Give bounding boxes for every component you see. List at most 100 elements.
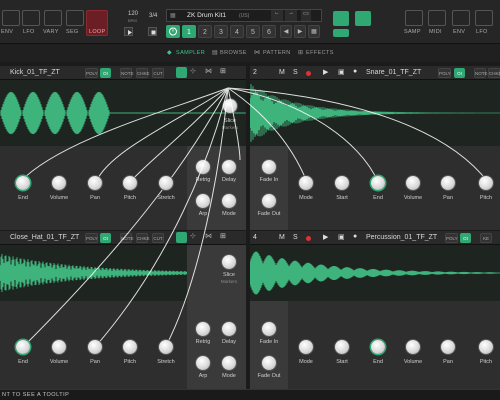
track-1-volume-knob[interactable] (52, 176, 66, 190)
track-4-pitch-knob[interactable] (479, 340, 493, 354)
track-2-poly[interactable]: POLY (438, 68, 451, 78)
pad-1[interactable]: 1 (182, 25, 196, 38)
track-3-pan-knob[interactable] (88, 340, 102, 354)
track-4-solo[interactable]: S (293, 234, 298, 241)
lfo-module-icon[interactable] (22, 10, 40, 26)
save-preset-icon[interactable]: ▭ (301, 10, 311, 21)
track-3-pattern-icon[interactable]: ⋈ (205, 232, 212, 240)
track-1-cut-pill[interactable]: CUT (152, 68, 164, 78)
pad-4[interactable]: 4 (230, 25, 244, 38)
track-3-poly[interactable]: POLY (85, 233, 98, 243)
pad-3[interactable]: 3 (214, 25, 228, 38)
samp-module-icon[interactable] (405, 10, 423, 26)
track-1-note-pill[interactable]: NOTE (120, 68, 134, 78)
tab-browse[interactable]: BROWSE (220, 50, 247, 56)
prev-preset-button[interactable]: ← (271, 10, 283, 21)
track-1-poly[interactable]: POLY (85, 68, 98, 78)
track-2-waveform[interactable] (250, 80, 500, 146)
track-2-pitch-knob[interactable] (479, 176, 493, 190)
track-2-play-icon[interactable]: ▶ (323, 68, 328, 76)
track-4-pill-oi[interactable]: OI (460, 233, 471, 243)
track-3-choke-pill[interactable]: CHKE (136, 233, 150, 243)
track-3-retrig-knob[interactable] (196, 322, 210, 336)
track-3-note-pill[interactable]: NOTE (120, 233, 134, 243)
track-4-play-icon[interactable]: ▶ (323, 233, 328, 241)
track-3-pill-oi[interactable]: OI (100, 233, 111, 243)
track-4-more-icon[interactable]: ● (353, 233, 357, 240)
track-2-mode-knob[interactable] (299, 176, 313, 190)
track-1-pitch-knob[interactable] (123, 176, 137, 190)
preset-selector[interactable]: ▦ ZK Drum Kit1 (US) ← → ▭ (166, 9, 322, 22)
layers-view-icon[interactable] (333, 29, 349, 37)
tab-effects[interactable]: EFFECTS (306, 50, 334, 56)
play-button[interactable] (124, 27, 133, 36)
track-2-more-icon[interactable]: ● (353, 68, 357, 75)
track-4-volume-knob[interactable] (406, 340, 420, 354)
vary-module-icon[interactable] (44, 10, 62, 26)
stop-button[interactable] (148, 27, 157, 36)
track-1-add-button[interactable] (176, 67, 187, 78)
track-4-poly[interactable]: POLY (445, 233, 458, 243)
pad-5[interactable]: 5 (246, 25, 260, 38)
track-3-add-button[interactable] (176, 232, 187, 243)
track-3-volume-knob[interactable] (52, 340, 66, 354)
track-1-target-icon[interactable]: ⊹ (190, 67, 196, 75)
track-2-choke-pill[interactable]: CHKE (488, 68, 500, 78)
track-1-name[interactable]: Kick_01_TF_ZT (10, 69, 60, 76)
track-1-retrig-knob[interactable] (196, 160, 210, 174)
midi-module-icon[interactable] (428, 10, 446, 26)
track-2-name[interactable]: Snare_01_TF_ZT (366, 69, 421, 76)
pad-prev-button[interactable]: ◀ (280, 25, 292, 38)
track-3-name[interactable]: Close_Hat_01_TF_ZT (10, 234, 79, 241)
track-2-note-pill[interactable]: NOTE (474, 68, 488, 78)
loop-button[interactable]: LOOP (86, 10, 108, 36)
track-1-stretch-knob[interactable] (159, 176, 173, 190)
track-1-delay-knob[interactable] (222, 160, 236, 174)
track-1-pattern-icon[interactable]: ⋈ (205, 67, 212, 75)
time-signature[interactable]: 3/4 (149, 13, 157, 19)
track-4-stop-icon[interactable]: ▣ (338, 233, 345, 241)
track-4-mute[interactable]: M (279, 234, 285, 241)
track-3-target-icon[interactable]: ⊹ (190, 232, 196, 240)
track-3-end-knob[interactable] (16, 340, 30, 354)
tempo-value[interactable]: 120 (128, 11, 138, 17)
track-1-grid-icon[interactable]: ⊞ (220, 67, 226, 75)
track-2-solo[interactable]: S (293, 69, 298, 76)
track-2-start-knob[interactable] (335, 176, 349, 190)
track-2-end-knob[interactable] (371, 176, 385, 190)
track-4-fade-in-knob[interactable] (262, 322, 276, 336)
track-3-pitch-knob[interactable] (123, 340, 137, 354)
track-3-delay-knob[interactable] (222, 322, 236, 336)
pad-next-button[interactable]: ▶ (294, 25, 306, 38)
track-4-mode-knob[interactable] (299, 340, 313, 354)
track-1-end-knob[interactable] (16, 176, 30, 190)
track-4-pill-ke[interactable]: KE (480, 233, 492, 243)
tab-pattern[interactable]: PATTERN (263, 50, 291, 56)
track-4-pan-knob[interactable] (441, 340, 455, 354)
track-2-pill-oi[interactable]: OI (454, 68, 465, 78)
track-1-choke-pill[interactable]: CHKE (136, 68, 150, 78)
pad-6[interactable]: 6 (262, 25, 276, 38)
track-2-fade-out-knob[interactable] (262, 194, 276, 208)
track-4-start-knob[interactable] (335, 340, 349, 354)
lfo2-module-icon[interactable] (475, 10, 493, 26)
tab-sampler[interactable]: SAMPLER (176, 50, 205, 56)
track-3-stretch-knob[interactable] (159, 340, 173, 354)
env2-module-icon[interactable] (452, 10, 470, 26)
track-1-arp-knob[interactable] (196, 194, 210, 208)
track-4-waveform[interactable] (250, 245, 500, 301)
track-4-name[interactable]: Percussion_01_TF_ZT (366, 234, 437, 241)
track-4-record-icon[interactable] (306, 236, 311, 241)
next-preset-button[interactable]: → (285, 10, 297, 21)
track-1-pill-oi[interactable]: OI (100, 68, 111, 78)
clock-button[interactable] (166, 25, 180, 38)
track-2-record-icon[interactable] (306, 71, 311, 76)
seg-module-icon[interactable] (66, 10, 84, 26)
track-2-mute[interactable]: M (279, 69, 285, 76)
track-1-slice-knob[interactable] (223, 99, 237, 113)
track-3-arp-knob[interactable] (196, 356, 210, 370)
track-1-waveform[interactable] (0, 80, 246, 146)
track-2-stop-icon[interactable]: ▣ (338, 68, 345, 76)
track-4-fade-out-knob[interactable] (262, 356, 276, 370)
track-3-mode-knob[interactable] (222, 356, 236, 370)
